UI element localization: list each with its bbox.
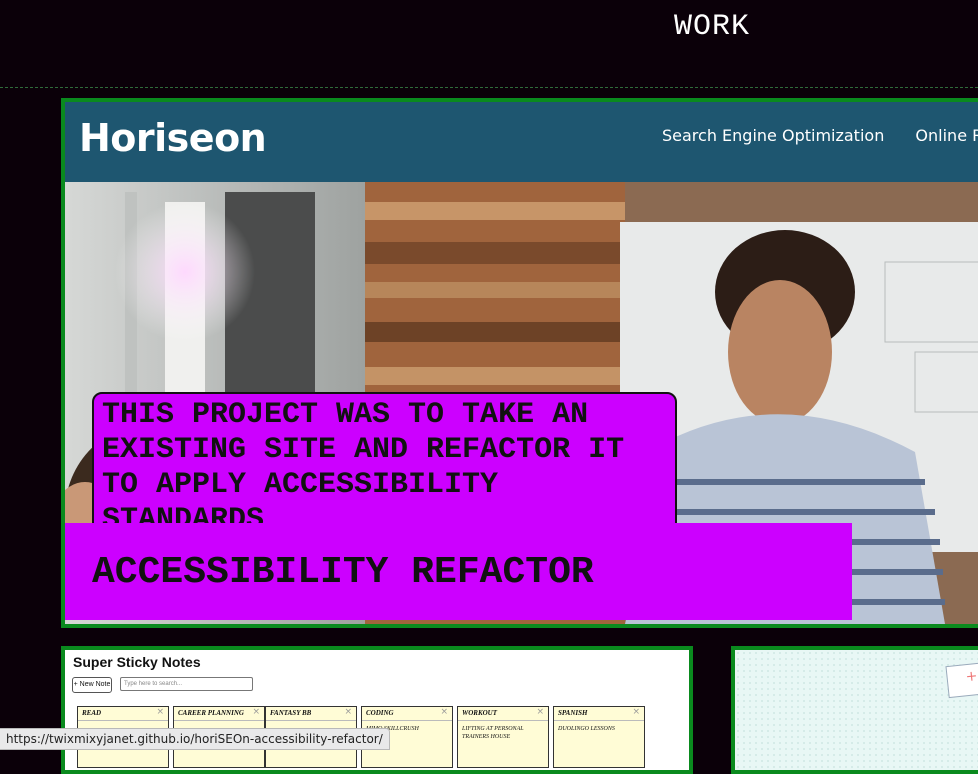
screenshot-header: Horiseon Search Engine Optimization Onli…: [65, 102, 978, 182]
plus-icon: +: [964, 668, 978, 686]
sticky-note: Spanish × Duolingo lessons: [553, 706, 645, 768]
screenshot-nav-item: Online Rep: [915, 126, 978, 145]
note-divider: [174, 720, 264, 721]
link-status-bar: https://twixmixyjanet.github.io/horiSEOn…: [0, 728, 390, 750]
sticky-note-title: Read: [82, 709, 102, 717]
sticky-note-title: Fantasy BB: [270, 709, 312, 717]
sticky-note-title: Workout: [462, 709, 498, 717]
sticky-note: Workout × Lifting at personal trainers h…: [457, 706, 549, 768]
note-divider: [78, 720, 168, 721]
section-heading: WORK: [673, 10, 750, 44]
sticky-note-title: Coding: [366, 709, 394, 717]
project-description: THIS PROJECT WAS TO TAKE AN EXISTING SIT…: [92, 392, 677, 544]
section-divider: [0, 87, 978, 88]
note-search-input: Type here to search...: [120, 677, 253, 691]
new-note-button: + New Note: [72, 677, 112, 693]
project-card-accessibility-refactor[interactable]: Horiseon Search Engine Optimization Onli…: [61, 98, 978, 628]
note-divider: [266, 720, 356, 721]
note-divider: [362, 720, 452, 721]
note-divider: [554, 720, 644, 721]
close-icon: ×: [536, 707, 544, 717]
sticky-note-body: Duolingo lessons: [558, 726, 615, 732]
project-card-third[interactable]: +: [731, 646, 978, 774]
project-thumbnail: +: [945, 661, 978, 699]
screenshot-nav: Search Engine Optimization Online Rep: [662, 126, 978, 145]
project-title[interactable]: ACCESSIBILITY REFACTOR: [92, 551, 594, 594]
horiseon-logo: Horiseon: [79, 116, 267, 160]
screenshot-nav-item: Search Engine Optimization: [662, 126, 885, 145]
sticky-note-title: Career Planning: [178, 709, 244, 717]
close-icon: ×: [344, 707, 352, 717]
close-icon: ×: [252, 707, 260, 717]
note-divider: [458, 720, 548, 721]
project-card-sticky-notes[interactable]: Super Sticky Notes + New Note Type here …: [61, 646, 693, 774]
sticky-note-body: Lifting at personal trainers house: [462, 726, 524, 740]
close-icon: ×: [440, 707, 448, 717]
project-title-bar: ACCESSIBILITY REFACTOR: [65, 523, 852, 620]
sticky-note-title: Spanish: [558, 709, 588, 717]
close-icon: ×: [632, 707, 640, 717]
close-icon: ×: [156, 707, 164, 717]
sticky-notes-app-title: Super Sticky Notes: [73, 654, 201, 670]
